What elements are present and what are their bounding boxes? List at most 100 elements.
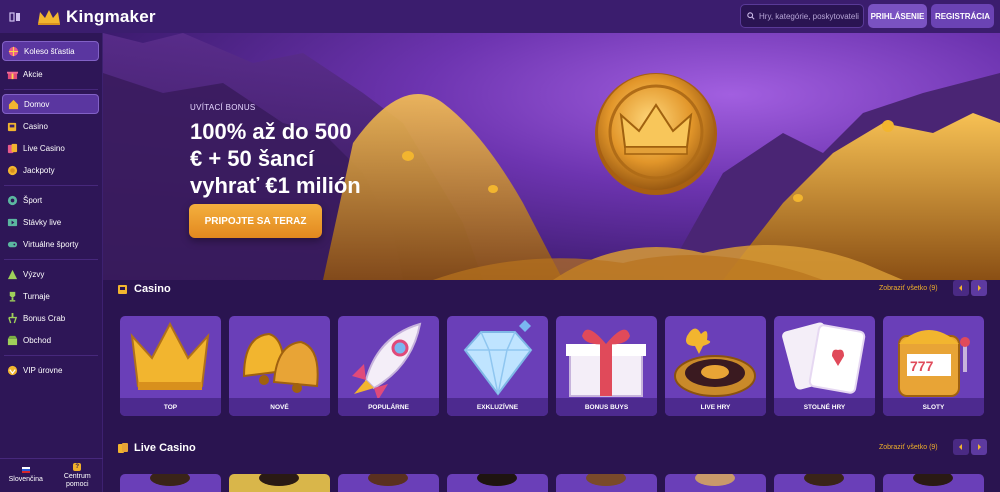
sidebar-item-home[interactable]: Domov: [2, 94, 99, 114]
dealer-image: [913, 474, 953, 486]
category-tile-bonus-buys[interactable]: BONUS BUYS: [556, 316, 657, 416]
home-icon: [7, 98, 19, 110]
slot-icon: [6, 120, 18, 132]
sidebar-item-label: Stávky live: [23, 217, 62, 227]
help-icon: ?: [73, 462, 82, 471]
claw-icon: [6, 312, 18, 324]
sidebar-item-bonus-crab[interactable]: Bonus Crab: [2, 308, 99, 328]
dealer-image: [586, 474, 626, 486]
tile-label: TOP: [120, 398, 221, 416]
hero-banner[interactable]: UVÍTACÍ BONUS 100% až do 500 € + 50 šanc…: [103, 33, 1000, 280]
category-tile-live-games[interactable]: LIVE HRY: [665, 316, 766, 416]
cards-icon: [6, 142, 18, 154]
playing-cards-icon: [782, 322, 866, 394]
hero-title-line: vyhrať €1 milión: [190, 173, 361, 198]
sidebar-item-vip[interactable]: VIP úrovne: [2, 360, 99, 380]
roulette-icon: [674, 328, 756, 397]
live-bet-icon: [6, 216, 18, 228]
search-input[interactable]: [759, 11, 859, 21]
logo[interactable]: Kingmaker: [36, 7, 156, 27]
sidebar-item-virtual-sports[interactable]: Virtuálne športy: [2, 234, 99, 254]
live-game-tile[interactable]: [556, 474, 657, 492]
hero-title-line: € + 50 šancí: [190, 146, 315, 171]
category-tile-new[interactable]: NOVÉ: [229, 316, 330, 416]
prev-button[interactable]: [953, 439, 969, 455]
crown-icon: [38, 9, 60, 25]
category-tile-popular[interactable]: POPULÁRNE: [338, 316, 439, 416]
section-title: Live Casino: [134, 442, 196, 454]
next-button[interactable]: [971, 280, 987, 296]
sidebar-item-label: Šport: [23, 195, 43, 205]
dealer-image: [804, 474, 844, 486]
cards-icon: [118, 443, 128, 453]
sidebar-item-label: Výzvy: [23, 269, 45, 279]
live-game-tile[interactable]: [665, 474, 766, 492]
live-game-tile[interactable]: [120, 474, 221, 492]
next-button[interactable]: [971, 439, 987, 455]
search-box[interactable]: [740, 4, 864, 28]
sidebar-item-challenges[interactable]: Výzvy: [2, 264, 99, 284]
live-game-tile[interactable]: [774, 474, 875, 492]
dealer-image: [695, 474, 735, 486]
section-title: Casino: [134, 283, 171, 295]
sidebar-divider: [4, 185, 98, 186]
language-selector[interactable]: Slovenčina: [0, 459, 52, 492]
login-button[interactable]: PRIHLÁSENIE: [868, 4, 927, 28]
tile-label: STOLNÉ HRY: [774, 398, 875, 416]
live-game-tile[interactable]: [338, 474, 439, 492]
rocket-icon: [352, 322, 422, 398]
join-now-button[interactable]: PRIPOJTE SA TERAZ: [189, 204, 322, 238]
sidebar-item-shop[interactable]: Obchod: [2, 330, 99, 350]
hero-title: 100% až do 500 € + 50 šancí vyhrať €1 mi…: [190, 118, 400, 199]
help-center-link[interactable]: ? Centrum pomoci: [52, 459, 104, 492]
language-label: Slovenčina: [8, 476, 43, 483]
tile-label: BONUS BUYS: [556, 398, 657, 416]
see-all-link[interactable]: Zobraziť všetko (9): [879, 444, 938, 451]
live-game-tile[interactable]: [229, 474, 330, 492]
dealer-image: [477, 474, 517, 486]
svg-text:777: 777: [910, 358, 934, 374]
category-tile-table-games[interactable]: STOLNÉ HRY: [774, 316, 875, 416]
sidebar-item-promotions[interactable]: Akcie: [2, 64, 99, 84]
sidebar-item-wheel[interactable]: Koleso šťastia: [2, 41, 99, 61]
sidebar-item-casino[interactable]: Casino: [2, 116, 99, 136]
tile-label: NOVÉ: [229, 398, 330, 416]
casino-category-tiles: TOP NOVÉ POPULÁRNE EXKLUZÍVNE BONUS BUYS…: [120, 316, 986, 416]
sidebar: Koleso šťastia Akcie Domov Casino Live C…: [0, 33, 103, 492]
sidebar-toggle-icon[interactable]: [4, 6, 26, 28]
sidebar-item-label: Virtuálne športy: [23, 239, 79, 249]
category-tile-slots[interactable]: 777 SLOTY: [883, 316, 984, 416]
search-icon: [747, 12, 755, 20]
wheel-icon: [7, 45, 19, 57]
hero-title-line: 100% až do 500: [190, 119, 352, 144]
sidebar-item-label: Turnaje: [23, 291, 50, 301]
sidebar-item-live-bets[interactable]: Stávky live: [2, 212, 99, 232]
live-game-tile[interactable]: [883, 474, 984, 492]
sidebar-item-jackpots[interactable]: Jackpoty: [2, 160, 99, 180]
challenge-icon: [6, 268, 18, 280]
crown-icon: [130, 321, 210, 390]
sidebar-item-label: Bonus Crab: [23, 313, 66, 323]
sidebar-item-label: Casino: [23, 121, 48, 131]
tile-label: SLOTY: [883, 398, 984, 416]
sidebar-divider: [4, 355, 98, 356]
help-label-line1: Centrum: [63, 472, 91, 480]
sidebar-item-live-casino[interactable]: Live Casino: [2, 138, 99, 158]
tile-label: POPULÁRNE: [338, 398, 439, 416]
chevron-left-icon: [959, 444, 962, 450]
help-label-line2: pomoci: [65, 480, 89, 488]
sidebar-item-tournaments[interactable]: Turnaje: [2, 286, 99, 306]
register-button[interactable]: REGISTRÁCIA: [931, 4, 994, 28]
diamond-icon: [463, 320, 533, 396]
sidebar-item-sport[interactable]: Šport: [2, 190, 99, 210]
tile-label: LIVE HRY: [665, 398, 766, 416]
category-tile-top[interactable]: TOP: [120, 316, 221, 416]
category-tile-exclusive[interactable]: EXKLUZÍVNE: [447, 316, 548, 416]
carousel-pager: [953, 280, 987, 296]
brand-name: Kingmaker: [66, 6, 156, 26]
dealer-image: [150, 474, 190, 486]
see-all-link[interactable]: Zobraziť všetko (9): [879, 285, 938, 292]
live-game-tile[interactable]: [447, 474, 548, 492]
prev-button[interactable]: [953, 280, 969, 296]
slovak-flag-icon: [21, 467, 30, 473]
